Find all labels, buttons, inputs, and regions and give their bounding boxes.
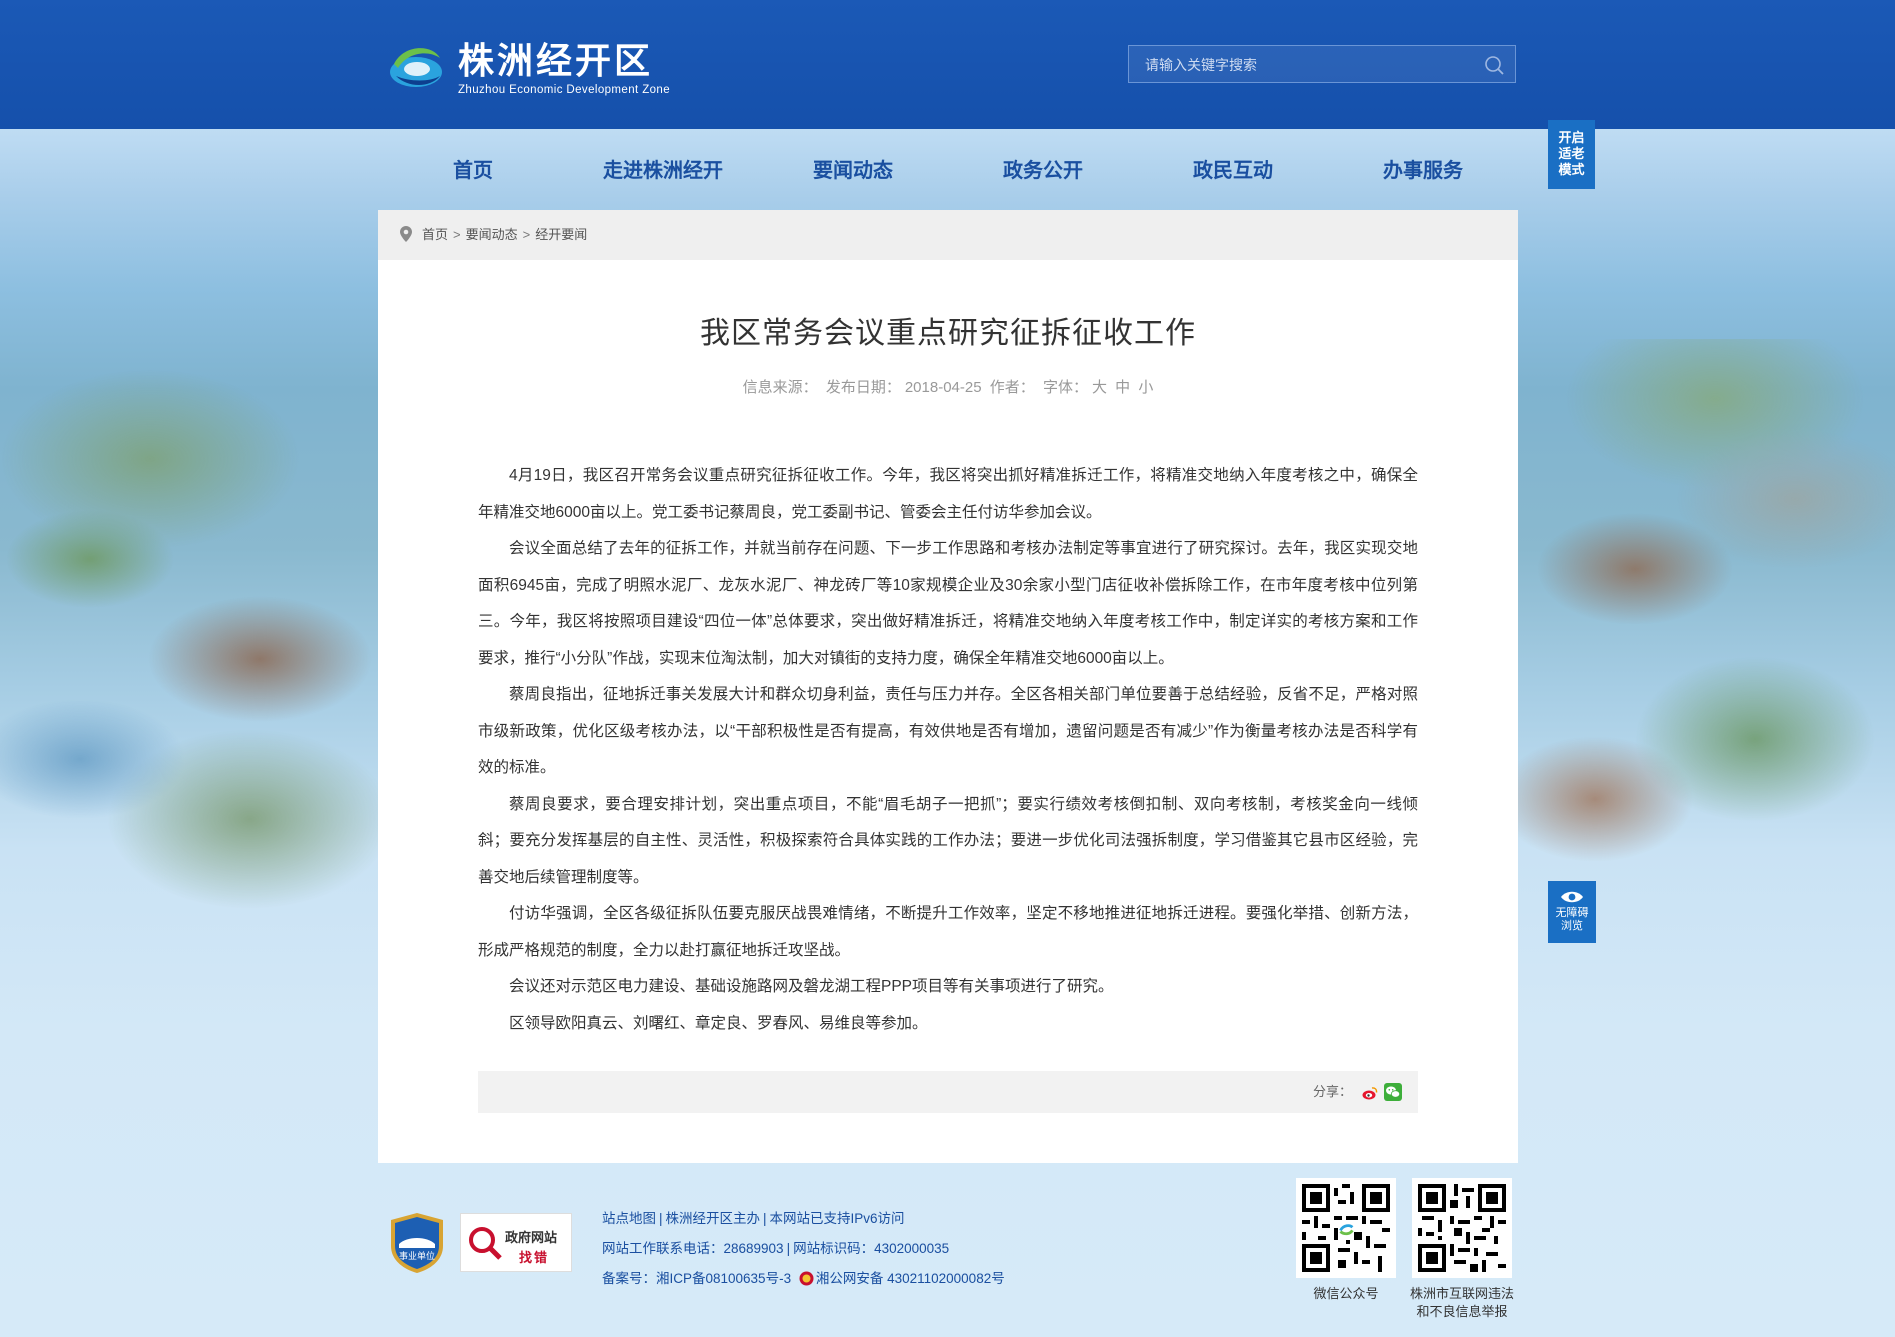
article-paragraph: 区领导欧阳真云、刘曙红、章定良、罗春风、易维良等参加。 bbox=[509, 1014, 928, 1032]
accessibility-label-2: 浏览 bbox=[1561, 920, 1583, 932]
breadcrumb-home[interactable]: 首页 bbox=[422, 227, 448, 242]
font-size-small[interactable]: 小 bbox=[1138, 379, 1153, 396]
zhaocuo-subtitle: 找错 bbox=[519, 1250, 550, 1265]
nav-item-affairs[interactable]: 政务公开 bbox=[948, 150, 1138, 192]
breadcrumb-zone-news[interactable]: 经开要闻 bbox=[535, 227, 587, 242]
site-logo[interactable]: 株洲经开区 Zhuzhou Economic Development Zone bbox=[386, 38, 670, 98]
badge-shiye-text: 事业单位 bbox=[399, 1250, 435, 1262]
nav-item-services[interactable]: 办事服务 bbox=[1328, 150, 1518, 192]
footer-ipv6-link[interactable]: 本网站已支持IPv6访问 bbox=[770, 1211, 905, 1226]
search-box bbox=[1128, 45, 1516, 84]
logo-subtitle: Zhuzhou Economic Development Zone bbox=[458, 84, 671, 96]
top-header: 株洲经开区 Zhuzhou Economic Development Zone bbox=[0, 0, 1895, 129]
meta-date-label: 发布日期： bbox=[825, 379, 901, 396]
wechat-qr-code bbox=[1296, 1178, 1396, 1278]
qr-code-image bbox=[1302, 1184, 1390, 1272]
weibo-share-icon[interactable] bbox=[1362, 1085, 1378, 1101]
nav-item-news[interactable]: 要闻动态 bbox=[758, 150, 948, 192]
accessibility-button[interactable]: 无障碍 浏览 bbox=[1548, 881, 1596, 943]
scenery-right-image bbox=[1515, 339, 1895, 939]
elder-mode-label-2: 适老 bbox=[1558, 146, 1585, 161]
share-label: 分享： bbox=[1312, 1084, 1352, 1099]
font-size-large[interactable]: 大 bbox=[1092, 379, 1107, 396]
article-body: 4月19日，我区召开常务会议重点研究征拆征收工作。今年，我区将突出抓好精准拆迁工… bbox=[478, 458, 1418, 1042]
police-badge-icon bbox=[799, 1267, 814, 1286]
footer-sitemap-link[interactable]: 站点地图 bbox=[602, 1211, 656, 1226]
nav-item-about[interactable]: 走进株洲经开 bbox=[568, 150, 758, 192]
elder-mode-label-1: 开启 bbox=[1558, 130, 1585, 145]
zhaocuo-title: 政府网站 bbox=[505, 1230, 558, 1245]
report-qr-code bbox=[1412, 1178, 1512, 1278]
main-nav: 首页 走进株洲经开 要闻动态 政务公开 政民互动 办事服务 bbox=[378, 150, 1518, 192]
article-paragraph: 付访华强调，全区各级征拆队伍要克服厌战畏难情绪，不断提升工作效率，坚定不移地推进… bbox=[478, 905, 1418, 959]
elder-mode-label-3: 模式 bbox=[1558, 162, 1585, 177]
wechat-share-icon[interactable] bbox=[1384, 1083, 1402, 1101]
search-icon[interactable] bbox=[1483, 54, 1505, 76]
meta-source-label: 信息来源： bbox=[742, 379, 818, 396]
eye-icon bbox=[1560, 890, 1584, 904]
footer-police-link[interactable]: 湘公网安备 43021102000082号 bbox=[816, 1271, 1005, 1286]
qr-label-report-line1: 株洲市互联网违法 bbox=[1409, 1286, 1514, 1301]
meta-font-label: 字体： bbox=[1042, 379, 1088, 396]
nav-item-home[interactable]: 首页 bbox=[378, 150, 568, 192]
breadcrumb-bar: 首页 > 要闻动态 > 经开要闻 bbox=[378, 210, 1518, 260]
logo-emblem-icon bbox=[386, 38, 446, 98]
accessibility-label-1: 无障碍 bbox=[1555, 907, 1589, 919]
article-paragraph: 会议还对示范区电力建设、基础设施路网及磐龙湖工程PPP项目等有关事项进行了研究。 bbox=[509, 978, 1114, 995]
scenery-left-image bbox=[0, 339, 380, 939]
nav-item-interaction[interactable]: 政民互动 bbox=[1138, 150, 1328, 192]
elder-mode-button[interactable]: 开启 适老 模式 bbox=[1548, 120, 1595, 189]
search-input[interactable] bbox=[1143, 46, 1477, 84]
footer-info: 站点地图 | 株洲经开区主办 | 本网站已支持IPv6访问 网站工作联系电话：28689… bbox=[602, 1211, 1005, 1286]
qr-code-image bbox=[1418, 1184, 1506, 1272]
article-title: 我区常务会议重点研究征拆征收工作 bbox=[700, 317, 1196, 350]
gov-site-error-report-badge[interactable]: 政府网站 找错 bbox=[460, 1213, 572, 1272]
logo-title: 株洲经开区 bbox=[458, 40, 654, 81]
article-paragraph: 4月19日，我区召开常务会议重点研究征拆征收工作。今年，我区将突出抓好精准拆迁工… bbox=[478, 467, 1418, 521]
breadcrumb-news[interactable]: 要闻动态 bbox=[466, 227, 518, 242]
magnifier-icon bbox=[467, 1225, 503, 1261]
footer-contact: 网站工作联系电话：28689903 bbox=[602, 1241, 784, 1256]
footer-icp-link[interactable]: 备案号：湘ICP备08100635号-3 bbox=[602, 1271, 791, 1286]
article-panel: 首页 > 要闻动态 > 经开要闻 我区常务会议重点研究征拆征收工作 信息来源： 发布日期… bbox=[378, 210, 1518, 1163]
meta-author-label: 作者： bbox=[989, 379, 1035, 396]
breadcrumb: 首页 > 要闻动态 > 经开要闻 bbox=[422, 227, 588, 242]
font-size-medium[interactable]: 中 bbox=[1115, 379, 1130, 396]
article-meta: 信息来源： 发布日期： 2018-04-25 作者： 字体：大 中 小 bbox=[378, 376, 1518, 397]
share-bar: 分享： bbox=[478, 1071, 1418, 1113]
public-institution-badge[interactable]: 事业单位 bbox=[389, 1212, 445, 1274]
footer-host-link[interactable]: 株洲经开区主办 bbox=[666, 1211, 761, 1226]
qr-label-report-line2: 和不良信息举报 bbox=[1416, 1304, 1508, 1319]
article-paragraph: 会议全面总结了去年的征拆工作，并就当前存在问题、下一步工作思路和考核办法制定等事… bbox=[478, 540, 1418, 667]
article-paragraph: 蔡周良指出，征地拆迁事关发展大计和群众切身利益，责任与压力并存。全区各相关部门单… bbox=[478, 686, 1418, 776]
location-pin-icon bbox=[400, 226, 412, 242]
footer-site-id: 网站标识码：4302000035 bbox=[793, 1241, 950, 1256]
meta-date: 2018-04-25 bbox=[904, 379, 982, 396]
qr-label-report: 株洲市互联网违法 和不良信息举报 bbox=[1392, 1285, 1532, 1321]
article-paragraph: 蔡周良要求，要合理安排计划，突出重点项目，不能“眉毛胡子一把抓”；要实行绩效考核… bbox=[478, 795, 1418, 886]
